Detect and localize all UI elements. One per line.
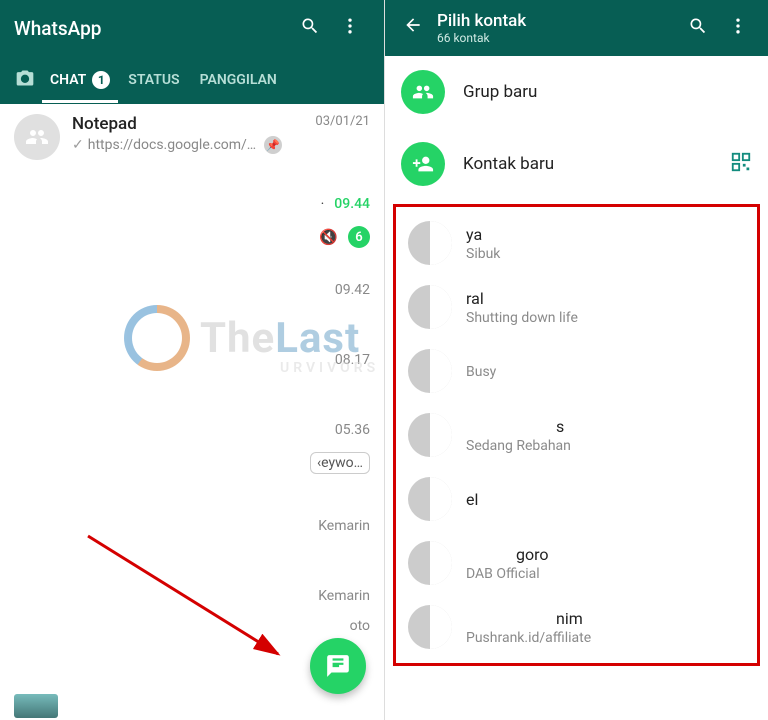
sent-tick-icon: ✓ [72, 137, 84, 153]
more-icon[interactable] [330, 16, 370, 41]
search-icon[interactable] [290, 16, 330, 41]
chat-row-notepad[interactable]: Notepad 03/01/21 ✓ https://docs.google.c… [0, 104, 384, 170]
new-group-row[interactable]: Grup baru [385, 56, 768, 128]
tab-chat[interactable]: CHAT 1 [42, 57, 118, 103]
chat-row-partial[interactable]: 08.17 [0, 346, 384, 382]
contact-name: ral [466, 289, 578, 308]
chat-list: Notepad 03/01/21 ✓ https://docs.google.c… [0, 104, 384, 648]
contacts-highlight-box: ya Sibuk ral Shutting down life Busy [393, 204, 760, 666]
contact-avatar [408, 221, 452, 265]
contact-picker-title: Pilih kontak [437, 11, 678, 31]
search-icon[interactable] [678, 16, 718, 41]
contact-avatar [408, 349, 452, 393]
contact-avatar [408, 285, 452, 329]
new-contact-row[interactable]: Kontak baru [385, 128, 768, 200]
contact-name: el [466, 490, 478, 509]
thumbnail [14, 694, 58, 718]
wa-tabs: CHAT 1 STATUS PANGGILAN [0, 56, 384, 104]
contact-avatar [408, 413, 452, 457]
wa-header: WhatsApp [0, 0, 384, 56]
app-title: WhatsApp [14, 17, 290, 40]
tab-chat-label: CHAT [50, 72, 86, 88]
chat-name: Notepad [72, 114, 137, 134]
chat-time: 08.17 [335, 352, 370, 368]
contact-row[interactable]: s Sedang Rebahan [396, 403, 757, 467]
contact-count: 66 kontak [437, 31, 678, 45]
chat-row-partial[interactable]: 09.42 [0, 276, 384, 312]
chat-preview: oto [350, 618, 370, 634]
contact-status: Sibuk [466, 246, 500, 262]
chat-icon [325, 653, 351, 679]
contact-row[interactable]: ral Shutting down life [396, 275, 757, 339]
add-person-icon [401, 142, 445, 186]
contact-status: DAB Official [466, 566, 549, 582]
more-icon[interactable] [718, 16, 758, 41]
whatsapp-chat-pane: WhatsApp CHAT 1 STATUS PANGGILAN [0, 0, 384, 720]
chat-date: 03/01/21 [315, 114, 370, 134]
contact-row[interactable]: goro DAB Official [396, 531, 757, 595]
chat-time: Kemarin [318, 588, 370, 604]
chat-time: Kemarin [318, 518, 370, 534]
chat-row-partial[interactable]: 05.36 [0, 416, 384, 452]
back-icon[interactable] [395, 15, 431, 41]
contact-status: Sedang Rebahan [466, 438, 571, 454]
group-icon [401, 70, 445, 114]
contact-row[interactable]: nim Pushrank.id/affiliate [396, 595, 757, 659]
chat-row-partial[interactable]: Kemarin [0, 582, 384, 618]
contact-picker-pane: Pilih kontak 66 kontak Grup baru Kontak … [384, 0, 768, 720]
contact-name: ya [466, 225, 500, 244]
contact-status: Busy [466, 364, 496, 380]
group-avatar-icon [14, 114, 60, 160]
qr-icon[interactable] [730, 151, 752, 178]
tab-calls[interactable]: PANGGILAN [190, 58, 287, 102]
chat-unread-badge: 1 [92, 71, 110, 89]
contact-name: goro [516, 545, 549, 564]
unread-badge: 6 [348, 226, 370, 248]
pin-icon: 📌 [264, 136, 282, 154]
tab-status[interactable]: STATUS [118, 58, 189, 102]
contact-status: Pushrank.id/affiliate [466, 630, 591, 646]
camera-icon[interactable] [8, 68, 42, 93]
contact-avatar [408, 541, 452, 585]
contact-name: nim [556, 609, 591, 628]
contact-avatar [408, 477, 452, 521]
chat-row-partial[interactable]: · 09.44 [0, 190, 384, 226]
contact-row[interactable]: Busy [396, 339, 757, 403]
chat-time: 05.36 [335, 422, 370, 438]
chat-time: 09.44 [334, 196, 370, 212]
chat-time: 09.42 [335, 282, 370, 298]
contact-avatar [408, 605, 452, 649]
new-group-label: Grup baru [463, 82, 752, 102]
dot-icon: · [321, 196, 325, 212]
new-contact-label: Kontak baru [463, 154, 712, 174]
keyword-pill: ‹eywo… [310, 452, 370, 474]
contact-status: Shutting down life [466, 310, 578, 326]
muted-icon: 🔇 [319, 228, 338, 246]
contact-header: Pilih kontak 66 kontak [385, 0, 768, 56]
contact-row[interactable]: ya Sibuk [396, 211, 757, 275]
contact-name: s [556, 417, 571, 436]
contact-row[interactable]: el [396, 467, 757, 531]
chat-row-partial[interactable]: Kemarin [0, 512, 384, 548]
new-chat-fab[interactable] [310, 638, 366, 694]
chat-preview: https://docs.google.com/… [88, 137, 256, 153]
